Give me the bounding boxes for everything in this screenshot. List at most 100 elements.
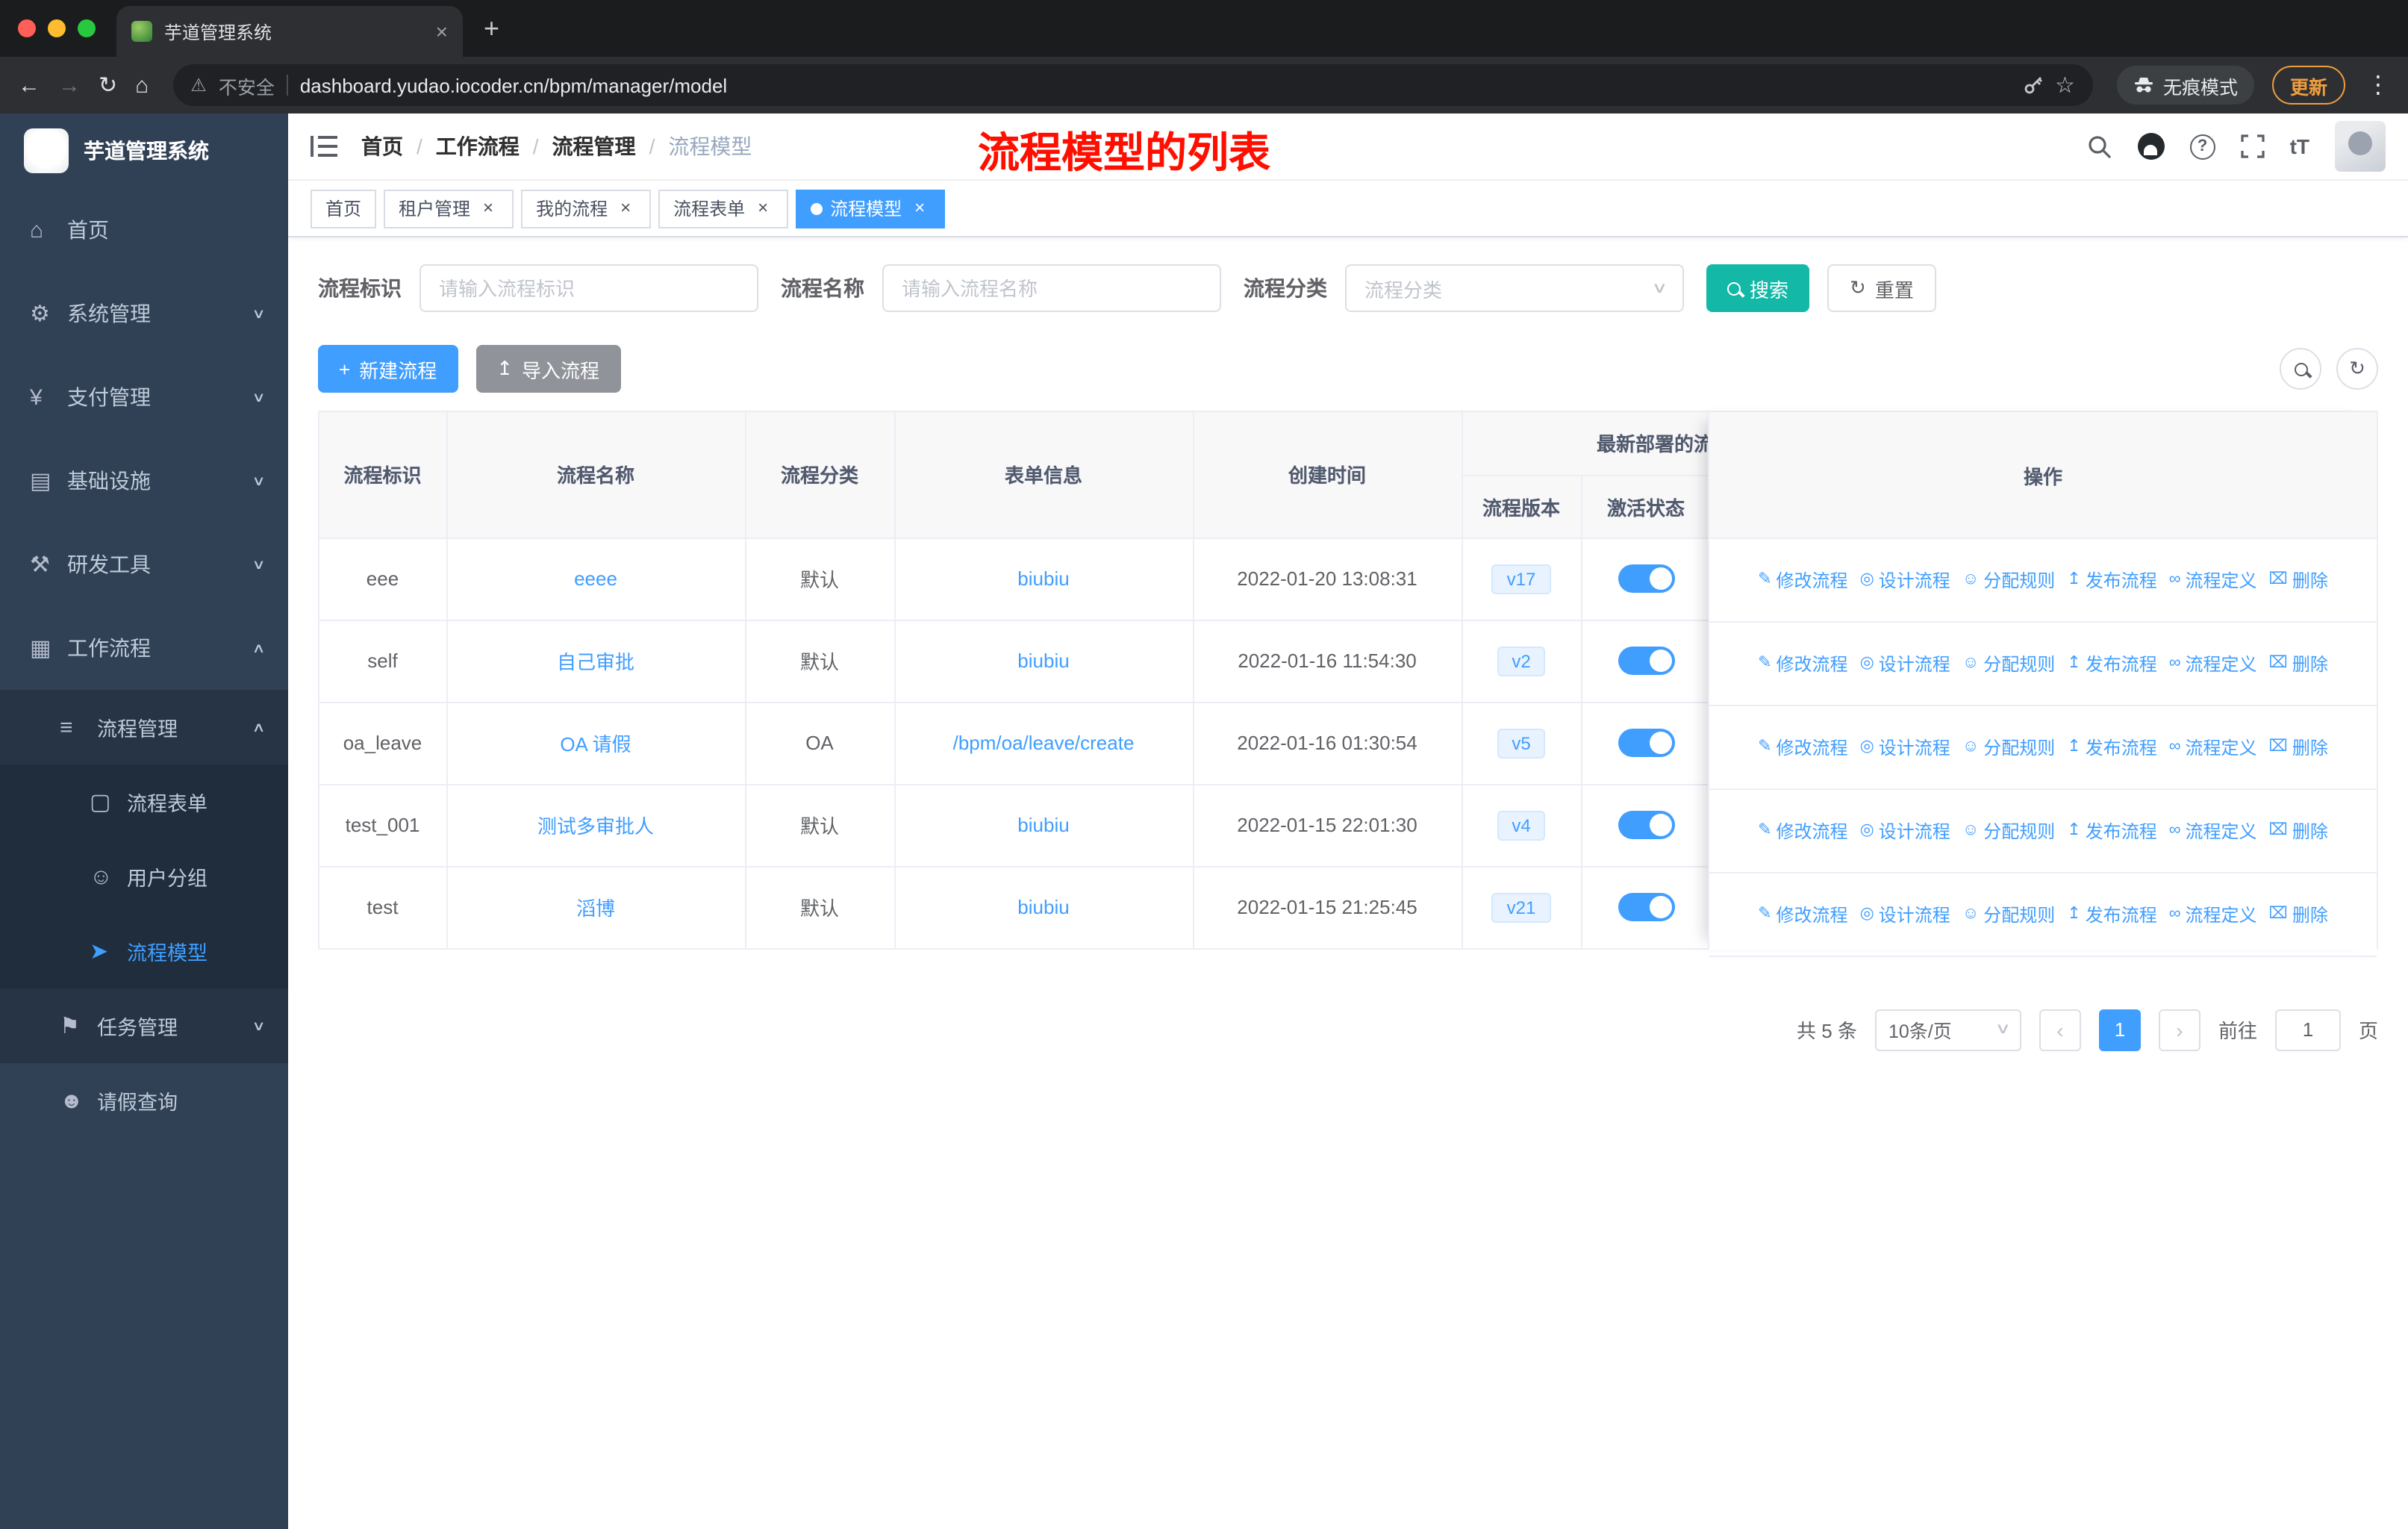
publish-action-link[interactable]: ↥ 发布流程 [2067,651,2156,676]
sidebar-item-home[interactable]: ⌂ 首页 [0,188,288,272]
search-icon[interactable] [2087,134,2112,159]
breadcrumb-home[interactable]: 首页 [361,131,403,161]
process-name-link[interactable]: eeee [574,567,617,590]
design-action-link[interactable]: ◎ 设计流程 [1860,818,1950,844]
form-info-link[interactable]: biubiu [1017,650,1069,672]
process-name-link[interactable]: 测试多审批人 [537,815,654,838]
tag-我的流程[interactable]: 我的流程 × [521,189,652,228]
sidebar-item-system-management[interactable]: ⚙ 系统管理 ∨ [0,272,288,355]
browser-home-icon[interactable]: ⌂ [135,74,149,96]
user-avatar[interactable] [2335,121,2386,172]
breadcrumb-process-management[interactable]: 流程管理 [552,131,636,161]
close-window-button[interactable] [18,19,36,37]
sidebar-item-infrastructure[interactable]: ▤ 基础设施 ∨ [0,439,288,523]
sidebar-item-payment-management[interactable]: ¥ 支付管理 ∨ [0,355,288,439]
sidebar-item-user-group[interactable]: ☺ 用户分组 [0,839,288,914]
close-icon[interactable]: × [478,197,499,219]
zoom-window-button[interactable] [78,19,96,37]
import-process-button[interactable]: ↥ 导入流程 [475,345,621,393]
font-size-icon[interactable]: tT [2290,134,2309,158]
minimize-window-button[interactable] [48,19,66,37]
publish-action-link[interactable]: ↥ 发布流程 [2067,735,2156,760]
process-name-link[interactable]: OA 请假 [560,733,631,756]
form-info-link[interactable]: biubiu [1017,814,1069,836]
page-1-button[interactable]: 1 [2098,1009,2141,1050]
tag-流程模型[interactable]: 流程模型 × [796,189,946,228]
close-icon[interactable]: × [752,197,773,219]
edit-action-link[interactable]: ✎ 修改流程 [1758,902,1847,927]
toggle-search-button[interactable] [2280,348,2321,390]
publish-action-link[interactable]: ↥ 发布流程 [2067,567,2156,593]
publish-action-link[interactable]: ↥ 发布流程 [2067,902,2156,927]
github-icon[interactable] [2137,133,2165,160]
form-info-link[interactable]: biubiu [1017,567,1069,590]
tag-租户管理[interactable]: 租户管理 × [384,189,514,228]
forward-icon[interactable]: → [58,74,81,96]
design-action-link[interactable]: ◎ 设计流程 [1860,735,1950,760]
sidebar-item-process-management[interactable]: ≡ 流程管理 ∧ [0,690,288,764]
active-toggle[interactable] [1618,893,1674,921]
create-process-button[interactable]: + 新建流程 [318,345,458,393]
bookmark-star-icon[interactable]: ☆ [2055,72,2075,99]
url-text[interactable]: dashboard.yudao.iocoder.cn/bpm/manager/m… [300,74,727,96]
assign-action-link[interactable]: ☺ 分配规则 [1962,567,2056,593]
process-id-input[interactable] [419,264,758,312]
goto-page-input[interactable] [2274,1009,2341,1050]
tag-首页[interactable]: 首页 [311,189,377,228]
close-icon[interactable]: × [615,197,636,219]
assign-action-link[interactable]: ☺ 分配规则 [1962,651,2056,676]
delete-action-link[interactable]: ⌧ 删除 [2269,567,2328,593]
next-page-button[interactable]: › [2158,1009,2200,1050]
edit-action-link[interactable]: ✎ 修改流程 [1758,735,1847,760]
sidebar-item-task-management[interactable]: ⚑ 任务管理 ∨ [0,988,288,1063]
design-action-link[interactable]: ◎ 设计流程 [1860,902,1950,927]
reset-button[interactable]: ↻ 重置 [1827,264,1936,312]
definition-action-link[interactable]: ∞ 流程定义 [2169,651,2257,676]
edit-action-link[interactable]: ✎ 修改流程 [1758,818,1847,844]
edit-action-link[interactable]: ✎ 修改流程 [1758,651,1847,676]
process-name-link[interactable]: 滔博 [576,897,615,920]
tab-close-icon[interactable]: × [436,19,448,43]
help-icon[interactable]: ? [2189,134,2215,159]
refresh-table-button[interactable]: ↻ [2336,348,2378,390]
definition-action-link[interactable]: ∞ 流程定义 [2169,735,2257,760]
tag-流程表单[interactable]: 流程表单 × [658,189,789,228]
active-toggle[interactable] [1618,564,1674,593]
sidebar-item-process-model[interactable]: ➤ 流程模型 [0,914,288,988]
delete-action-link[interactable]: ⌧ 删除 [2269,651,2328,676]
sidebar-item-dev-tools[interactable]: ⚒ 研发工具 ∨ [0,523,288,606]
back-icon[interactable]: ← [18,74,40,96]
definition-action-link[interactable]: ∞ 流程定义 [2169,902,2257,927]
page-size-select[interactable]: 10条/页 ∨ [1874,1009,2021,1050]
delete-action-link[interactable]: ⌧ 删除 [2269,735,2328,760]
design-action-link[interactable]: ◎ 设计流程 [1860,567,1950,593]
close-icon[interactable]: × [909,197,930,219]
update-button[interactable]: 更新 [2271,66,2345,105]
sidebar-item-leave-query[interactable]: ☻ 请假查询 [0,1063,288,1138]
search-button[interactable]: 搜索 [1706,264,1810,312]
browser-tab[interactable]: 芋道管理系统 × [116,6,463,57]
breadcrumb-workflow[interactable]: 工作流程 [436,131,520,161]
assign-action-link[interactable]: ☺ 分配规则 [1962,818,2056,844]
address-bar[interactable]: ⚠ 不安全 dashboard.yudao.iocoder.cn/bpm/man… [172,64,2093,106]
design-action-link[interactable]: ◎ 设计流程 [1860,651,1950,676]
sidebar-item-process-form[interactable]: ▢ 流程表单 [0,764,288,839]
reload-icon[interactable]: ↻ [99,74,117,96]
edit-action-link[interactable]: ✎ 修改流程 [1758,567,1847,593]
security-label[interactable]: 不安全 [219,71,275,99]
definition-action-link[interactable]: ∞ 流程定义 [2169,818,2257,844]
new-tab-button[interactable]: + [484,13,499,45]
assign-action-link[interactable]: ☺ 分配规则 [1962,735,2056,760]
password-key-icon[interactable] [2022,75,2043,96]
process-name-link[interactable]: 自己审批 [557,651,634,673]
delete-action-link[interactable]: ⌧ 删除 [2269,818,2328,844]
process-name-input[interactable] [882,264,1221,312]
prev-page-button[interactable]: ‹ [2039,1009,2081,1050]
process-category-select[interactable]: 流程分类 ∨ [1345,264,1684,312]
sidebar-toggle-icon[interactable] [311,134,337,158]
fullscreen-icon[interactable] [2240,134,2265,158]
delete-action-link[interactable]: ⌧ 删除 [2269,902,2328,927]
form-info-link[interactable]: biubiu [1017,896,1069,918]
assign-action-link[interactable]: ☺ 分配规则 [1962,902,2056,927]
sidebar-item-workflow[interactable]: ▦ 工作流程 ∧ [0,606,288,690]
